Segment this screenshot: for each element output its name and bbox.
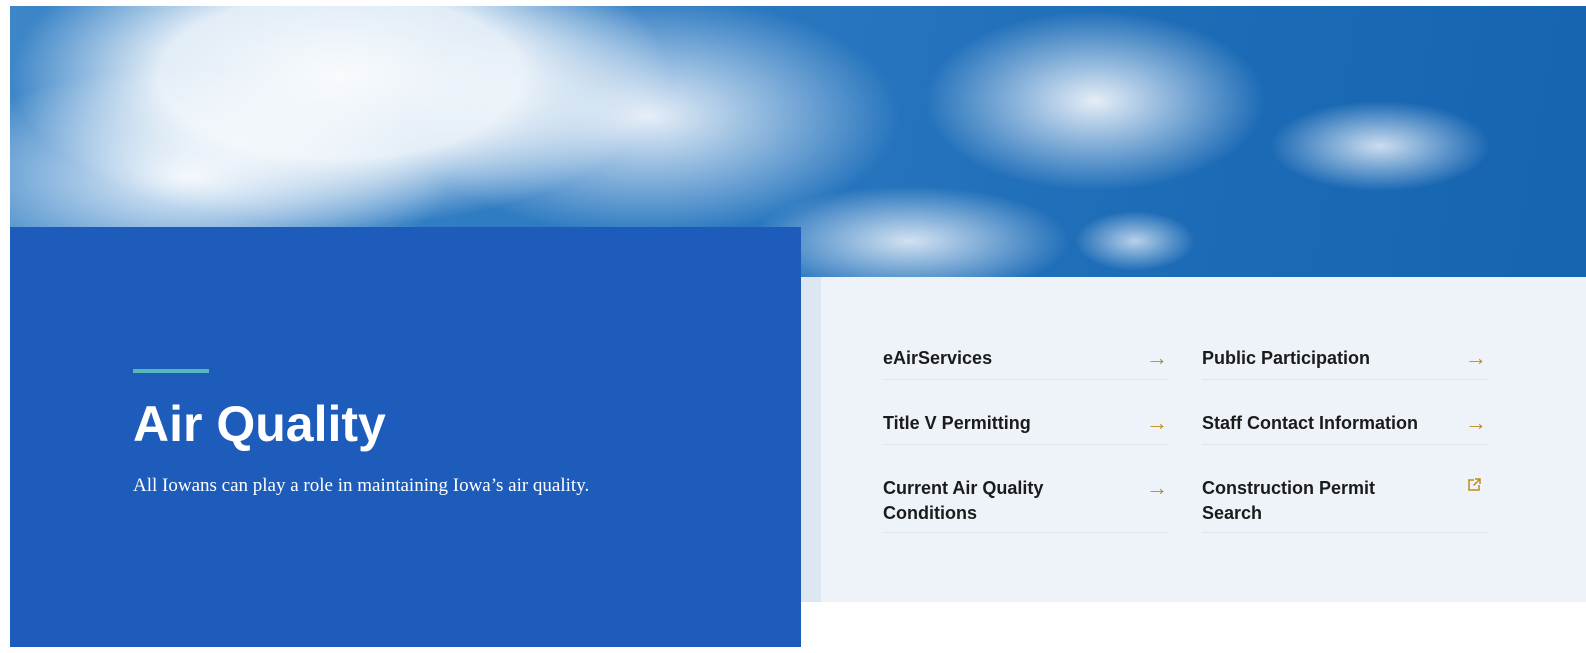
page-subtitle: All Iowans can play a role in maintainin… xyxy=(133,475,590,496)
title-accent-bar xyxy=(133,369,209,373)
external-link-icon xyxy=(1468,478,1481,491)
quick-link-label: Construction Permit Search xyxy=(1202,478,1376,523)
quick-link-label: Current Air Quality Conditions xyxy=(883,478,1044,523)
quick-link-staff-contact-information[interactable]: Staff Contact Information → xyxy=(1202,411,1487,445)
quick-link-construction-permit-search[interactable]: Construction Permit Search xyxy=(1202,476,1487,533)
arrow-right-icon: → xyxy=(1146,345,1168,370)
quick-link-current-air-quality-conditions[interactable]: Current Air Quality Conditions → xyxy=(883,476,1168,533)
arrow-right-icon: → xyxy=(1465,345,1487,370)
quick-link-label: Title V Permitting xyxy=(883,413,1031,433)
quick-link-label: Public Participation xyxy=(1202,348,1371,368)
quick-link-label: Staff Contact Information xyxy=(1202,413,1418,433)
quick-link-public-participation[interactable]: Public Participation → xyxy=(1202,346,1487,380)
quick-link-eairservices[interactable]: eAirServices → xyxy=(883,346,1168,380)
arrow-right-icon: → xyxy=(1146,475,1168,500)
arrow-right-icon: → xyxy=(1146,410,1168,435)
panel-edge-accent xyxy=(801,277,821,602)
intro-panel: Air Quality All Iowans can play a role i… xyxy=(10,227,801,647)
page-title: Air Quality xyxy=(133,396,386,452)
quick-link-label: eAirServices xyxy=(883,348,993,368)
quick-link-title-v-permitting[interactable]: Title V Permitting → xyxy=(883,411,1168,445)
quick-links-panel: eAirServices → Public Participation → Ti… xyxy=(801,277,1586,602)
arrow-right-icon: → xyxy=(1465,410,1487,435)
